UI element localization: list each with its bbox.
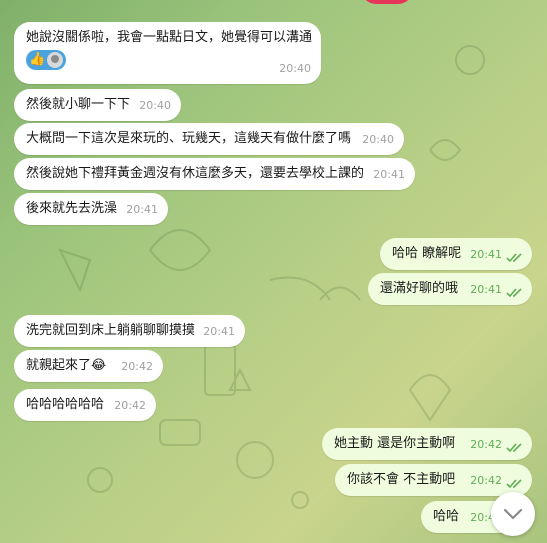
message-text: 你該不會 不主動吧 — [347, 472, 456, 487]
message-bubble[interactable]: 就親起來了😂 20:42 — [14, 350, 163, 382]
double-check-icon — [506, 443, 522, 453]
message-text: 然後就小聊一下下 — [26, 97, 131, 112]
thumbs-up-icon: 👍 — [29, 52, 46, 67]
message-time: 20:42 — [470, 474, 502, 487]
scroll-to-bottom-button[interactable] — [491, 492, 535, 536]
message-text: 大概問一下這次是來玩的、玩幾天，這幾天有做什麼了嗎 — [26, 131, 352, 146]
message-text: 然後說她下禮拜黃金週沒有休這麼多天，還要去學校上課的 — [26, 166, 365, 181]
message-bubble[interactable]: 她主動 還是你主動啊 20:42 — [322, 428, 532, 460]
reactor-avatar — [47, 52, 64, 68]
message-list[interactable]: 她說沒關係啦，我會一點點日文，她覺得可以溝通 👍 20:40 然後就小聊一下下 … — [0, 0, 547, 543]
message-time: 20:42 — [114, 399, 146, 412]
message-time: 20:42 — [121, 360, 153, 373]
double-check-icon — [506, 288, 522, 298]
message-bubble[interactable]: 然後說她下禮拜黃金週沒有休這麼多天，還要去學校上課的 20:41 — [14, 158, 415, 190]
message-bubble[interactable]: 哈哈哈哈哈哈 20:42 — [14, 389, 156, 421]
message-bubble[interactable]: 哈哈 瞭解呢 20:41 — [380, 238, 532, 270]
message-text: 哈哈 — [433, 509, 460, 524]
message-text: 哈哈哈哈哈哈 — [26, 397, 105, 412]
double-check-icon — [506, 479, 522, 489]
message-time: 20:40 — [362, 133, 394, 146]
message-time: 20:41 — [470, 248, 502, 261]
message-text: 她主動 還是你主動啊 — [334, 436, 456, 451]
message-time: 20:41 — [203, 325, 235, 338]
message-bubble[interactable]: 你該不會 不主動吧 20:42 — [335, 464, 532, 496]
message-text: 後來就先去洗澡 — [26, 201, 118, 216]
message-bubble[interactable]: 還滿好聊的哦 20:41 — [368, 273, 532, 305]
message-text: 哈哈 瞭解呢 — [392, 246, 462, 261]
chevron-down-icon — [503, 508, 523, 520]
message-time: 20:40 — [279, 62, 311, 75]
message-bubble[interactable]: 大概問一下這次是來玩的、玩幾天，這幾天有做什麼了嗎 20:40 — [14, 123, 404, 155]
reaction-pill[interactable]: 👍 — [26, 50, 67, 70]
message-time: 20:41 — [470, 283, 502, 296]
message-bubble[interactable]: 她說沒關係啦，我會一點點日文，她覺得可以溝通 👍 20:40 — [14, 22, 321, 84]
message-text: 就親起來了😂 — [26, 358, 107, 373]
message-text: 洗完就回到床上躺躺聊聊摸摸 — [26, 323, 196, 338]
message-time: 20:41 — [126, 203, 158, 216]
message-bubble[interactable]: 洗完就回到床上躺躺聊聊摸摸 20:41 — [14, 315, 245, 347]
message-bubble[interactable]: 然後就小聊一下下 20:40 — [14, 89, 181, 121]
message-text: 她說沒關係啦，我會一點點日文，她覺得可以溝通 — [26, 30, 313, 45]
double-check-icon — [506, 253, 522, 263]
message-time: 20:40 — [139, 99, 171, 112]
message-text: 還滿好聊的哦 — [380, 281, 459, 296]
message-time: 20:41 — [373, 168, 405, 181]
message-bubble[interactable]: 後來就先去洗澡 20:41 — [14, 193, 168, 225]
message-time: 20:42 — [470, 438, 502, 451]
